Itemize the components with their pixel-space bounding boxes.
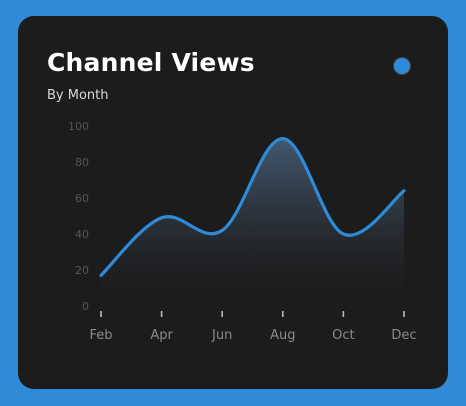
x-tick-label: Aug bbox=[270, 328, 295, 343]
chart-card: Channel Views By Month 0 20 40 60 80 100 Feb A… bbox=[18, 16, 448, 389]
x-tick-label: Oct bbox=[332, 328, 354, 343]
x-tick-label: Jun bbox=[211, 328, 232, 343]
y-tick-label: 0 bbox=[82, 300, 89, 313]
x-tick-label: Apr bbox=[150, 328, 173, 343]
y-axis-labels: 0 20 40 60 80 100 bbox=[68, 120, 89, 313]
x-tick-label: Feb bbox=[89, 328, 112, 343]
x-tick-label: Dec bbox=[391, 328, 416, 343]
x-axis-ticks bbox=[100, 311, 405, 317]
x-axis-labels: Feb Apr Jun Aug Oct Dec bbox=[89, 328, 416, 343]
y-tick-label: 60 bbox=[75, 192, 89, 205]
page-background: Channel Views By Month 0 20 40 60 80 100 Feb A… bbox=[0, 0, 466, 406]
y-tick-label: 80 bbox=[75, 156, 89, 169]
area-fill bbox=[101, 138, 404, 306]
y-tick-label: 20 bbox=[75, 264, 89, 277]
area-chart: 0 20 40 60 80 100 Feb Apr Jun Aug Oct Dec bbox=[68, 120, 417, 343]
y-tick-label: 40 bbox=[75, 228, 89, 241]
y-tick-label: 100 bbox=[68, 120, 89, 133]
